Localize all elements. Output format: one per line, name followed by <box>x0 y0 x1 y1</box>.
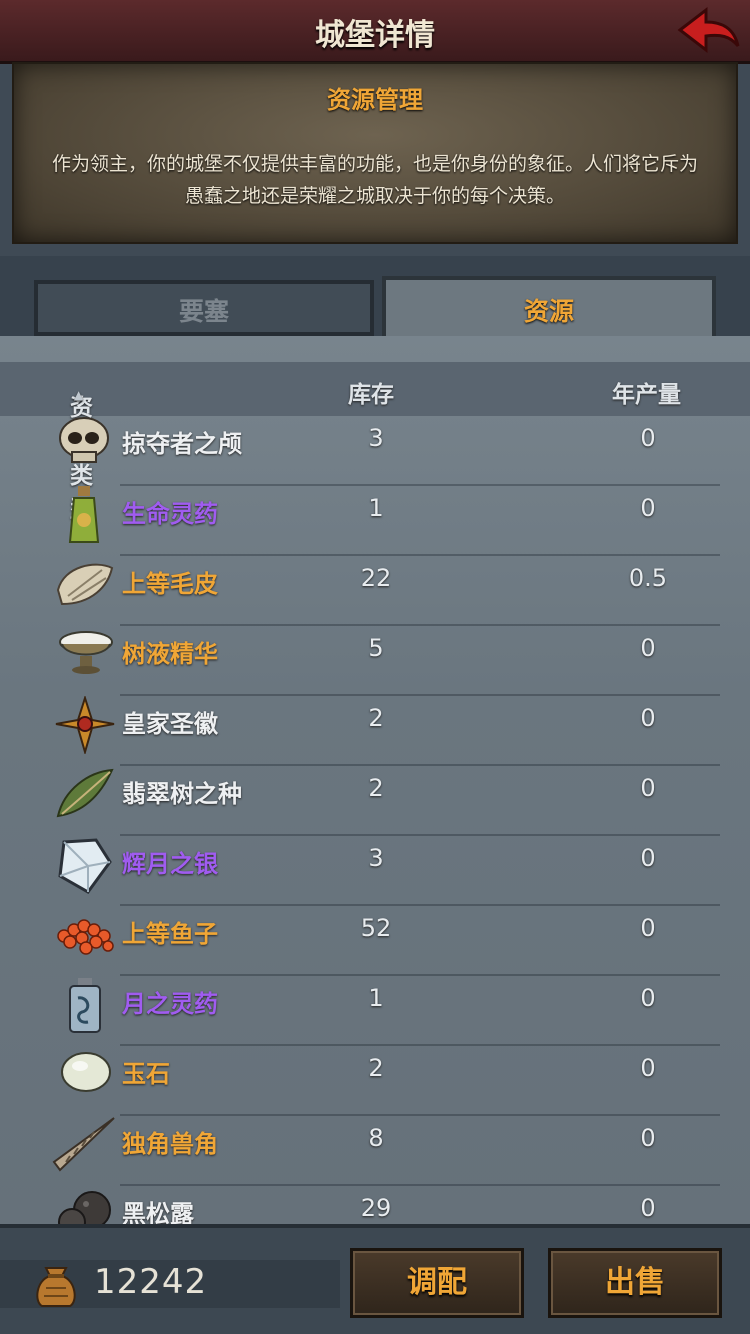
resource-stock: 5 <box>368 634 384 662</box>
resource-yield: 0 <box>640 704 656 732</box>
resource-name: 翡翠树之种 <box>122 780 242 808</box>
resource-stock: 29 <box>360 1194 392 1222</box>
resource-yield: 0 <box>640 424 656 452</box>
page-title: 城堡详情 <box>315 18 435 53</box>
moon-elixir-icon <box>52 976 118 1033</box>
resource-name: 辉月之银 <box>122 850 218 878</box>
resource-stock: 3 <box>368 424 384 452</box>
resource-stock: 2 <box>368 1054 384 1082</box>
table-row[interactable]: 月之灵药 1 0 <box>0 976 750 1046</box>
resource-stock: 3 <box>368 844 384 872</box>
resource-stock: 1 <box>368 494 384 522</box>
resource-yield: 0 <box>640 844 656 872</box>
resource-yield: 0 <box>640 1054 656 1082</box>
resource-yield: 0 <box>640 1124 656 1152</box>
table-row[interactable]: 翡翠树之种 2 0 <box>0 766 750 836</box>
table-header: 资源类型▲ 库存 年产量 <box>0 362 750 523</box>
resource-name: 上等毛皮 <box>122 570 218 598</box>
black-truffle-icon <box>52 1186 118 1224</box>
potion-bottle-icon <box>52 486 118 543</box>
resource-name: 上等鱼子 <box>122 920 218 948</box>
resource-name: 月之灵药 <box>122 990 218 1018</box>
sort-caret-icon: ▲ <box>74 388 84 402</box>
emerald-seed-icon <box>52 766 118 818</box>
table-row[interactable]: 玉石 2 0 <box>0 1046 750 1116</box>
resource-stock: 8 <box>368 1124 384 1152</box>
fish-roe-icon <box>52 906 118 958</box>
moon-silver-icon <box>52 836 118 894</box>
resource-name: 黑松露 <box>122 1200 194 1224</box>
fur-pelt-icon <box>52 556 118 608</box>
table-row[interactable]: 掠夺者之颅 3 0 <box>0 416 750 486</box>
resource-name: 树液精华 <box>122 640 218 668</box>
sap-bowl-icon <box>52 626 118 678</box>
column-header-stock[interactable]: 库存 <box>348 375 394 409</box>
resource-yield: 0 <box>640 494 656 522</box>
table-row[interactable]: 独角兽角 8 0 <box>0 1116 750 1186</box>
royal-emblem-icon <box>52 694 118 756</box>
table-row[interactable]: 辉月之银 3 0 <box>0 836 750 906</box>
intro-text: 作为领主，你的城堡不仅提供丰富的功能，也是你身份的象征。人们将它斥为愚蠢之地还是… <box>51 153 698 207</box>
unicorn-horn-icon <box>52 1116 118 1172</box>
resource-list[interactable]: 掠夺者之颅 3 0 生命灵药 1 0 上等毛皮 22 0.5 树液精华 5 0 … <box>0 416 750 1224</box>
sell-button[interactable]: 出售 <box>548 1248 722 1318</box>
resource-name: 掠夺者之颅 <box>122 430 242 458</box>
resource-name: 生命灵药 <box>122 500 218 528</box>
table-row[interactable]: 树液精华 5 0 <box>0 626 750 696</box>
resource-name: 独角兽角 <box>122 1130 218 1158</box>
table-row[interactable]: 生命灵药 1 0 <box>0 486 750 556</box>
tab-resources[interactable]: 资源 <box>382 276 716 340</box>
back-arrow-icon[interactable] <box>676 6 740 56</box>
resource-yield: 0 <box>640 1194 656 1222</box>
resource-stock: 22 <box>360 564 392 592</box>
gold-sack-icon <box>32 1258 80 1308</box>
resource-yield: 0 <box>640 984 656 1012</box>
table-row[interactable]: 上等毛皮 22 0.5 <box>0 556 750 626</box>
resource-yield: 0 <box>640 634 656 662</box>
table-row[interactable]: 上等鱼子 52 0 <box>0 906 750 976</box>
tab-fortress[interactable]: 要塞 <box>34 280 374 336</box>
resource-yield: 0 <box>640 774 656 802</box>
resource-name: 玉石 <box>122 1060 170 1088</box>
gold-amount: 12242 <box>94 1262 208 1302</box>
table-row[interactable]: 黑松露 29 0 <box>0 1186 750 1224</box>
resource-yield: 0 <box>640 914 656 942</box>
resource-name: 皇家圣徽 <box>122 710 218 738</box>
resource-stock: 52 <box>360 914 392 942</box>
allocate-button[interactable]: 调配 <box>350 1248 524 1318</box>
intro-panel: 资源管理 作为领主，你的城堡不仅提供丰富的功能，也是你身份的象征。人们将它斥为愚… <box>12 62 738 244</box>
resource-stock: 1 <box>368 984 384 1012</box>
resource-yield: 0.5 <box>628 564 668 592</box>
top-bar: 城堡详情 <box>0 0 750 64</box>
column-header-yield[interactable]: 年产量 <box>612 375 681 409</box>
skull-icon <box>52 416 118 468</box>
resource-stock: 2 <box>368 774 384 802</box>
resource-stock: 2 <box>368 704 384 732</box>
intro-title: 资源管理 <box>327 86 423 114</box>
jade-stone-icon <box>52 1046 118 1098</box>
table-row[interactable]: 皇家圣徽 2 0 <box>0 694 750 766</box>
